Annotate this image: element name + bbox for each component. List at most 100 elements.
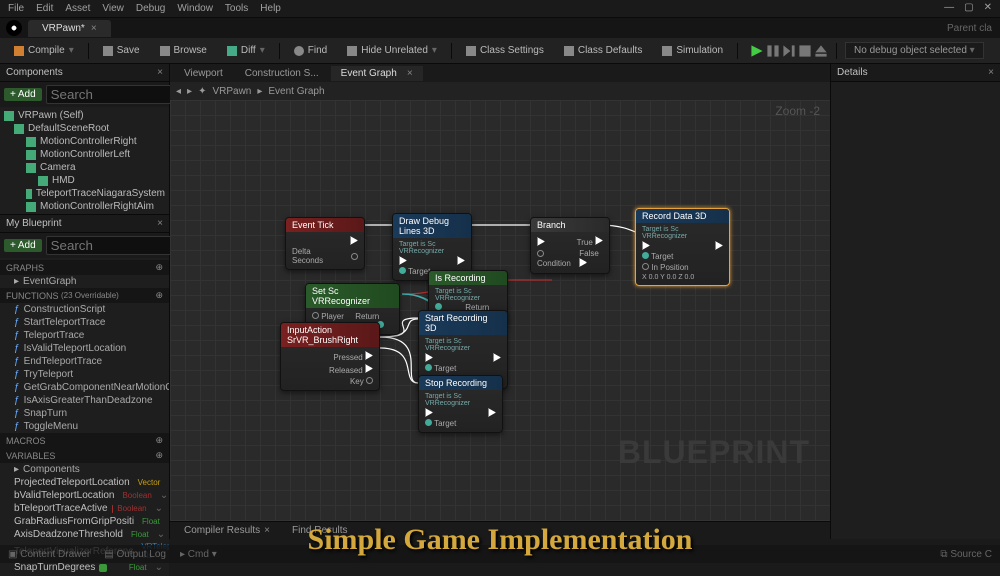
function-item[interactable]: ƒ StartTeleportTrace bbox=[0, 316, 169, 329]
breadcrumb: ◂ ▸ ✦ VRPawn ▸ Event Graph bbox=[170, 82, 830, 100]
close-components-icon[interactable]: × bbox=[157, 67, 163, 78]
find-button[interactable]: Find bbox=[288, 43, 333, 58]
asset-tab-label: VRPawn* bbox=[42, 23, 85, 34]
maximize-icon[interactable]: ▢ bbox=[964, 2, 973, 13]
play-icon[interactable] bbox=[750, 44, 764, 58]
variable-item[interactable]: ProjectedTeleportLocationVector⌄ bbox=[0, 476, 169, 489]
menu-window[interactable]: Window bbox=[177, 3, 213, 14]
zoom-indicator: Zoom -2 bbox=[775, 104, 820, 118]
functions-section[interactable]: Functions (23 Overridable)⊕ bbox=[0, 288, 169, 303]
function-item[interactable]: ƒ SnapTurn bbox=[0, 407, 169, 420]
menu-debug[interactable]: Debug bbox=[136, 3, 165, 14]
blueprint-watermark: BLUEPRINT bbox=[618, 434, 810, 471]
function-item[interactable]: ƒ TeleportTrace bbox=[0, 329, 169, 342]
compile-button[interactable]: Compile▾ bbox=[8, 43, 80, 58]
add-blueprint-button[interactable]: + Add bbox=[4, 239, 42, 252]
unreal-logo-icon bbox=[6, 20, 22, 36]
node-event-tick[interactable]: Event Tick Delta Seconds bbox=[285, 217, 365, 270]
class-settings-button[interactable]: Class Settings bbox=[460, 43, 550, 58]
variables-section[interactable]: Variables⊕ bbox=[0, 448, 169, 463]
variable-item[interactable]: AxisDeadzoneThresholdFloat⌄ bbox=[0, 528, 169, 541]
debug-object-dropdown[interactable]: No debug object selected ▾ bbox=[845, 42, 984, 59]
component-item[interactable]: HMD bbox=[0, 174, 169, 187]
left-column: Components × + Add ⚙ VRPawn (Self)Defaul… bbox=[0, 64, 170, 539]
graph-canvas[interactable]: Zoom -2 BLUEPRINT Event Tick Delta Secon… bbox=[170, 100, 830, 521]
diff-button[interactable]: Diff▾ bbox=[221, 43, 271, 58]
components-tree: VRPawn (Self)DefaultSceneRootMotionContr… bbox=[0, 107, 169, 214]
variable-item[interactable]: bValidTeleportLocationBoolean⌄ bbox=[0, 489, 169, 502]
component-item[interactable]: DefaultSceneRoot bbox=[0, 122, 169, 135]
tab-compiler-results[interactable]: Compiler Results × bbox=[174, 523, 280, 538]
variable-item[interactable]: GrabRadiusFromGripPositiFloat⌄ bbox=[0, 515, 169, 528]
toolbar: Compile▾ Save Browse Diff▾ Find Hide Unr… bbox=[0, 38, 1000, 64]
save-button[interactable]: Save bbox=[97, 43, 146, 58]
tab-event-graph[interactable]: Event Graph× bbox=[331, 66, 423, 81]
nav-compass-icon[interactable]: ✦ bbox=[198, 86, 206, 97]
breadcrumb-graph[interactable]: Event Graph bbox=[268, 86, 324, 97]
output-log-button[interactable]: ▤ Output Log bbox=[104, 549, 166, 560]
menu-file[interactable]: File bbox=[8, 3, 24, 14]
center-tabs: Viewport Construction S... Event Graph× bbox=[170, 64, 830, 82]
cmd-input[interactable]: ▸ Cmd ▾ bbox=[180, 549, 217, 560]
tab-viewport[interactable]: Viewport bbox=[174, 66, 233, 81]
minimize-icon[interactable]: — bbox=[944, 2, 954, 13]
search-icon bbox=[294, 46, 304, 56]
close-icon[interactable]: ✕ bbox=[984, 2, 992, 13]
content-drawer-button[interactable]: ▣ Content Drawer bbox=[8, 549, 90, 560]
nav-back-icon[interactable]: ◂ bbox=[176, 86, 181, 97]
function-item[interactable]: ƒ ConstructionScript bbox=[0, 303, 169, 316]
component-item[interactable]: MotionControllerRightAim bbox=[0, 200, 169, 213]
class-defaults-button[interactable]: Class Defaults bbox=[558, 43, 648, 58]
variable-item[interactable]: bTeleportTraceActiveBoolean⌄ bbox=[0, 502, 169, 515]
components-panel-title: Components bbox=[6, 67, 63, 78]
my-blueprint-title: My Blueprint bbox=[6, 218, 62, 229]
browse-button[interactable]: Browse bbox=[154, 43, 213, 58]
close-details-icon[interactable]: × bbox=[988, 67, 994, 78]
pause-icon[interactable] bbox=[766, 44, 780, 58]
skip-icon[interactable] bbox=[782, 44, 796, 58]
parent-class-label: Parent cla bbox=[947, 23, 1000, 34]
close-myblueprint-icon[interactable]: × bbox=[157, 218, 163, 229]
function-item[interactable]: ƒ IsAxisGreaterThanDeadzone bbox=[0, 394, 169, 407]
source-control-button[interactable]: ⧉ Source C bbox=[940, 549, 992, 560]
add-component-button[interactable]: + Add bbox=[4, 88, 42, 101]
eject-icon[interactable] bbox=[814, 44, 828, 58]
components-panel: Components × + Add ⚙ VRPawn (Self)Defaul… bbox=[0, 64, 169, 214]
node-record-data[interactable]: Record Data 3D Target is Sc VRRecognizer… bbox=[635, 208, 730, 286]
graphs-section[interactable]: Graphs⊕ bbox=[0, 260, 169, 275]
nav-fwd-icon[interactable]: ▸ bbox=[187, 86, 192, 97]
function-item[interactable]: ƒ GetGrabComponentNearMotionController bbox=[0, 381, 169, 394]
component-item[interactable]: TeleportTraceNiagaraSystem bbox=[0, 187, 169, 200]
menu-help[interactable]: Help bbox=[260, 3, 281, 14]
component-item[interactable]: MotionControllerLeft bbox=[0, 148, 169, 161]
close-tab-icon[interactable]: × bbox=[407, 68, 413, 79]
menu-edit[interactable]: Edit bbox=[36, 3, 53, 14]
component-item[interactable]: VRPawn (Self) bbox=[0, 109, 169, 122]
component-item[interactable]: Camera bbox=[0, 161, 169, 174]
hide-unrelated-button[interactable]: Hide Unrelated▾ bbox=[341, 43, 443, 58]
event-graph-item[interactable]: ▸ EventGraph bbox=[0, 275, 169, 288]
asset-tab[interactable]: VRPawn* × bbox=[28, 20, 111, 37]
component-item[interactable]: MotionControllerRight bbox=[0, 135, 169, 148]
function-item[interactable]: ƒ TryTeleport bbox=[0, 368, 169, 381]
simulation-button[interactable]: Simulation bbox=[656, 43, 729, 58]
menu-asset[interactable]: Asset bbox=[65, 3, 90, 14]
close-tab-icon[interactable]: × bbox=[91, 23, 97, 34]
tab-construction-script[interactable]: Construction S... bbox=[235, 66, 329, 81]
play-controls bbox=[750, 44, 828, 58]
macros-section[interactable]: Macros⊕ bbox=[0, 433, 169, 448]
components-category[interactable]: ▸ Components bbox=[0, 463, 169, 476]
stop-icon[interactable] bbox=[798, 44, 812, 58]
function-item[interactable]: ƒ IsValidTeleportLocation bbox=[0, 342, 169, 355]
menu-tools[interactable]: Tools bbox=[225, 3, 248, 14]
breadcrumb-root[interactable]: VRPawn bbox=[212, 86, 251, 97]
menu-view[interactable]: View bbox=[102, 3, 124, 14]
node-input-action[interactable]: InputAction SrVR_BrushRight Pressed Rele… bbox=[280, 322, 380, 391]
node-branch[interactable]: Branch True ConditionFalse bbox=[530, 217, 610, 274]
function-item[interactable]: ƒ ToggleMenu bbox=[0, 420, 169, 433]
node-stop-recording[interactable]: Stop Recording Target is Sc VRRecognizer… bbox=[418, 375, 503, 433]
window-controls: — ▢ ✕ bbox=[944, 2, 992, 13]
my-blueprint-panel: My Blueprint × + Add ⚙ Graphs⊕ ▸ EventGr… bbox=[0, 214, 169, 576]
gear-icon bbox=[466, 46, 476, 56]
function-item[interactable]: ƒ EndTeleportTrace bbox=[0, 355, 169, 368]
